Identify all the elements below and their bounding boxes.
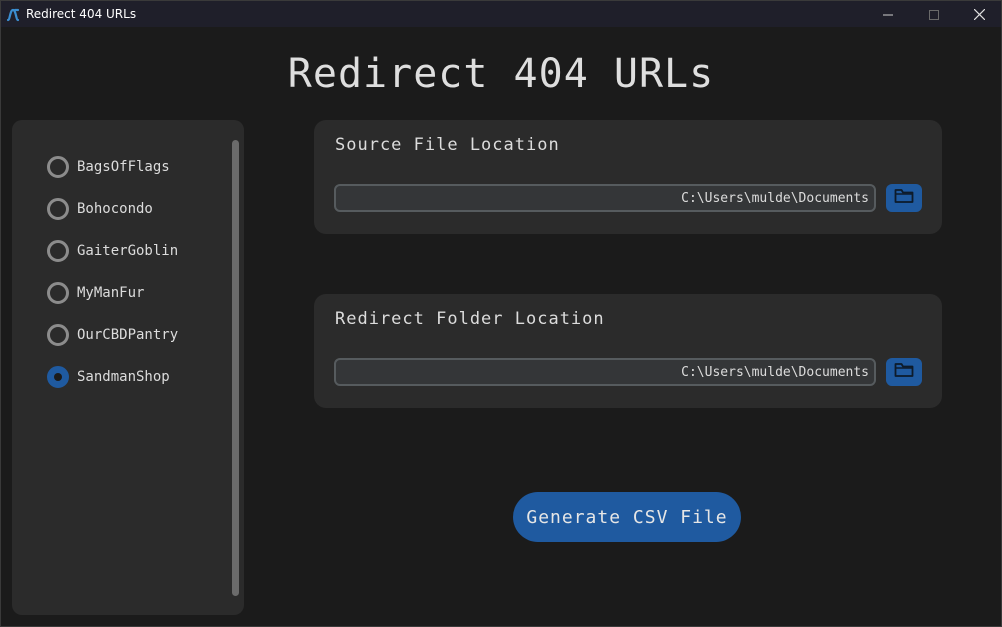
radio-label: MyManFur bbox=[77, 285, 145, 301]
radio-button[interactable] bbox=[47, 198, 69, 220]
minimize-icon bbox=[883, 5, 893, 24]
app-window: Redirect 404 URLs Redirect 404 URLs Bags… bbox=[0, 0, 1002, 627]
title-bar[interactable]: Redirect 404 URLs bbox=[1, 1, 1001, 27]
source-file-path-input[interactable] bbox=[334, 184, 876, 212]
generate-csv-button[interactable]: Generate CSV File bbox=[513, 492, 741, 542]
sidebar-scrollbar[interactable] bbox=[232, 140, 239, 596]
source-browse-button[interactable] bbox=[886, 184, 922, 212]
radio-option-bagsofflags[interactable]: BagsOfFlags bbox=[47, 155, 170, 179]
minimize-button[interactable] bbox=[865, 1, 911, 27]
site-selector-panel: BagsOfFlags Bohocondo GaiterGoblin MyMan… bbox=[12, 120, 244, 615]
radio-button[interactable] bbox=[47, 156, 69, 178]
maximize-button[interactable] bbox=[911, 1, 957, 27]
radio-button[interactable] bbox=[47, 240, 69, 262]
radio-label: SandmanShop bbox=[77, 369, 170, 385]
radio-option-ourcbdpantry[interactable]: OurCBDPantry bbox=[47, 323, 178, 347]
radio-label: BagsOfFlags bbox=[77, 159, 170, 175]
page-title: Redirect 404 URLs bbox=[287, 51, 715, 97]
close-icon bbox=[973, 5, 985, 24]
radio-button[interactable] bbox=[47, 282, 69, 304]
source-file-card: Source File Location bbox=[314, 120, 942, 234]
radio-option-bohocondo[interactable]: Bohocondo bbox=[47, 197, 153, 221]
close-button[interactable] bbox=[956, 1, 1002, 27]
radio-label: Bohocondo bbox=[77, 201, 153, 217]
radio-option-gaitergoblin[interactable]: GaiterGoblin bbox=[47, 239, 178, 263]
radio-option-mymanfur[interactable]: MyManFur bbox=[47, 281, 144, 305]
maximize-icon bbox=[929, 5, 939, 24]
app-logo-icon bbox=[6, 7, 20, 22]
redirect-folder-title: Redirect Folder Location bbox=[335, 309, 605, 329]
folder-icon bbox=[894, 188, 914, 208]
window-title: Redirect 404 URLs bbox=[26, 7, 137, 21]
redirect-folder-path-input[interactable] bbox=[334, 358, 876, 386]
folder-icon bbox=[894, 362, 914, 382]
radio-label: GaiterGoblin bbox=[77, 243, 179, 259]
radio-option-sandmanshop[interactable]: SandmanShop bbox=[47, 365, 170, 389]
radio-button-selected[interactable] bbox=[47, 366, 69, 388]
radio-button[interactable] bbox=[47, 324, 69, 346]
redirect-browse-button[interactable] bbox=[886, 358, 922, 386]
redirect-folder-card: Redirect Folder Location bbox=[314, 294, 942, 408]
radio-label: OurCBDPantry bbox=[77, 327, 179, 343]
source-file-title: Source File Location bbox=[335, 135, 560, 155]
